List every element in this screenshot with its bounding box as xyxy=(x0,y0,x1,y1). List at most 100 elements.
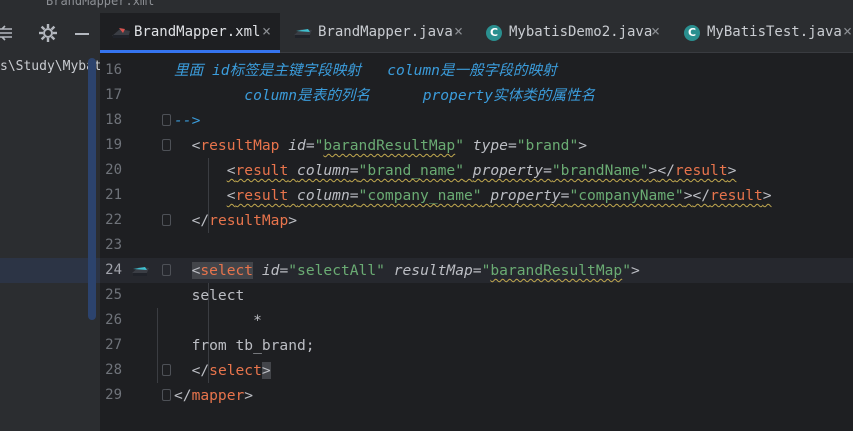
close-icon[interactable]: × xyxy=(651,22,660,40)
tab-brandmapper-java[interactable]: BrandMapper.java × xyxy=(288,13,468,53)
line-number: 20 xyxy=(105,162,122,178)
mybatis-java-icon xyxy=(292,25,312,41)
tab-mybatistest-java[interactable]: C MyBatisTest.java × xyxy=(683,13,853,53)
fold-marker-icon[interactable] xyxy=(162,264,171,276)
code-line[interactable]: 21 <result column="company_name" propert… xyxy=(100,183,853,208)
code-text: <select id="selectAll" resultMap="barand… xyxy=(174,258,640,283)
project-path[interactable]: s\Study\Mybat xyxy=(0,59,100,74)
line-number: 29 xyxy=(105,387,122,403)
collapse-all-icon[interactable] xyxy=(0,19,22,47)
code-token: <result column="company_name" property="… xyxy=(226,187,772,204)
code-token: < xyxy=(174,137,201,154)
fold-marker-icon[interactable] xyxy=(162,214,171,226)
code-line[interactable]: 23 xyxy=(100,233,853,258)
mybatis-xml-icon xyxy=(110,25,130,41)
code-line[interactable]: 16 里面 id标签是主键字段映射 column是一般字段的映射 xyxy=(100,58,853,83)
code-token: --> xyxy=(174,112,201,129)
code-line[interactable]: 28 </select> xyxy=(100,358,853,383)
code-line[interactable]: 27 from tb_brand; xyxy=(100,333,853,358)
code-token: id xyxy=(261,262,280,279)
line-number: 25 xyxy=(105,287,122,303)
line-number: 21 xyxy=(105,187,122,203)
code-token: > xyxy=(261,362,271,379)
java-class-icon: C xyxy=(486,25,502,41)
code-editor[interactable]: 16 里面 id标签是主键字段映射 column是一般字段的映射 17 column… xyxy=(100,53,853,431)
close-icon[interactable]: × xyxy=(843,22,852,40)
line-number: 17 xyxy=(105,87,122,103)
minimize-icon[interactable] xyxy=(68,19,96,47)
code-token: > xyxy=(630,262,640,279)
code-token: select xyxy=(174,287,245,304)
code-line[interactable]: 22 </resultMap> xyxy=(100,208,853,233)
fold-marker-icon[interactable] xyxy=(162,114,171,126)
line-number: 19 xyxy=(105,137,122,153)
code-token: id xyxy=(288,137,306,154)
project-panel: s\Study\Mybat xyxy=(0,53,100,431)
code-token: "selectAll" xyxy=(288,262,385,279)
code-line[interactable]: 24 <select id="selectAll" resultMap="bar… xyxy=(100,258,853,283)
code-token: = xyxy=(305,137,315,154)
editor-tab-bar: BrandMapper.xml × BrandMapper.java × C M… xyxy=(100,13,853,53)
code-text: <result column="brand_name" property="br… xyxy=(174,158,737,183)
code-token: = xyxy=(279,262,289,279)
fold-marker-icon[interactable] xyxy=(162,364,171,376)
close-icon[interactable]: × xyxy=(454,22,463,40)
code-line[interactable]: 26 * xyxy=(100,308,853,333)
java-class-icon: C xyxy=(684,25,700,41)
code-token: column是表的列名 property实体类的属性名 xyxy=(174,87,596,104)
tab-mybatisdemo2-java[interactable]: C MybatisDemo2.java × xyxy=(483,13,673,53)
tab-label: BrandMapper.xml xyxy=(134,24,261,40)
code-text: <resultMap id="barandResultMap" type="br… xyxy=(174,133,588,158)
code-token: select xyxy=(209,362,262,379)
fold-marker-icon[interactable] xyxy=(162,139,171,151)
code-token: barandResultMap xyxy=(490,262,623,279)
code-line[interactable]: 17 column是表的列名 property实体类的属性名 xyxy=(100,83,853,108)
tab-label: BrandMapper.java xyxy=(318,24,453,40)
code-text: * xyxy=(174,308,262,333)
line-number: 16 xyxy=(105,62,122,78)
code-token: resultMap xyxy=(393,262,473,279)
code-token: </ xyxy=(174,387,192,404)
code-token: barandResultMap xyxy=(323,137,456,154)
code-line[interactable]: 19 <resultMap id="barandResultMap" type=… xyxy=(100,133,853,158)
code-token: type xyxy=(472,137,508,154)
close-icon[interactable]: × xyxy=(262,22,271,40)
tab-brandmapper-xml[interactable]: BrandMapper.xml × xyxy=(100,13,280,53)
code-text: </mapper> xyxy=(174,383,253,408)
code-token: " xyxy=(622,262,631,279)
line-number: 26 xyxy=(105,312,122,328)
line-number: 22 xyxy=(105,212,122,228)
code-token: "brand" xyxy=(516,137,579,154)
tab-label: MyBatisTest.java xyxy=(707,24,842,40)
code-token: = xyxy=(472,262,482,279)
code-line[interactable]: 20 <result column="brand_name" property=… xyxy=(100,158,853,183)
code-text: </resultMap> xyxy=(174,208,297,233)
code-line[interactable]: 25 select xyxy=(100,283,853,308)
code-text: column是表的列名 property实体类的属性名 xyxy=(174,83,595,108)
code-token: > xyxy=(244,387,254,404)
code-token: mapper xyxy=(191,387,245,404)
code-text: --> xyxy=(174,108,200,133)
title-strip: BrandMapper.xml xyxy=(0,0,853,13)
code-text: select xyxy=(174,283,245,308)
code-line[interactable]: 29 </mapper> xyxy=(100,383,853,408)
project-scrollbar[interactable] xyxy=(88,58,96,320)
line-number: 27 xyxy=(105,337,122,353)
code-line[interactable]: 18 --> xyxy=(100,108,853,133)
tab-label: MybatisDemo2.java xyxy=(509,24,653,40)
line-number: 18 xyxy=(105,112,122,128)
line-number: 28 xyxy=(105,362,122,378)
gear-icon[interactable] xyxy=(34,19,62,47)
code-token: <result column="brand_name" property="br… xyxy=(226,162,737,179)
window-title: BrandMapper.xml xyxy=(46,0,155,8)
fold-marker-icon[interactable] xyxy=(162,389,171,401)
code-token: = xyxy=(507,137,517,154)
project-tool-header xyxy=(0,13,100,53)
